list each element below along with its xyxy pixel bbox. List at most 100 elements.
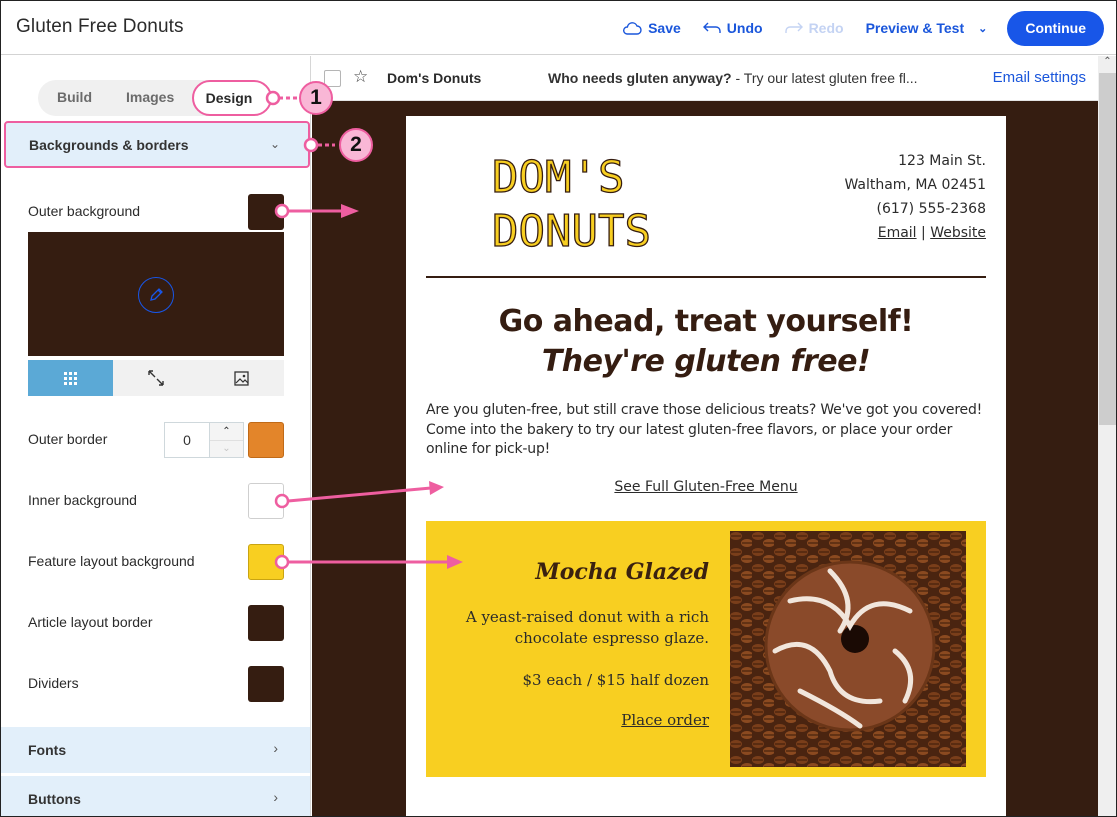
undo-arrow-icon <box>702 22 721 33</box>
top-bar: Gluten Free Donuts Save Undo Redo Previe… <box>1 1 1116 55</box>
vertical-scrollbar[interactable]: ⌃ <box>1098 56 1116 816</box>
image-mode-button[interactable] <box>199 360 284 396</box>
chevron-right-icon: › <box>273 740 278 756</box>
article-layout-border-label: Article layout border <box>28 614 153 630</box>
email-preview-header: ☆ Dom's Donuts Who needs gluten anyway? … <box>312 56 1098 101</box>
inner-background-label: Inner background <box>28 492 137 508</box>
email-settings-link[interactable]: Email settings <box>993 69 1086 86</box>
expand-arrows-icon <box>148 370 164 386</box>
callout-badge-2: 2 <box>339 128 373 162</box>
background-mode-toggle <box>28 360 284 396</box>
headline: Go ahead, treat yourself! They're gluten… <box>406 302 1006 382</box>
feature-price: $3 each / $15 half dozen <box>522 671 709 689</box>
redo-arrow-icon <box>784 22 803 33</box>
email-link[interactable]: Email <box>878 225 917 241</box>
chevron-right-icon: › <box>273 789 278 805</box>
headline-text: Go ahead, treat yourself! <box>498 304 914 339</box>
contact-links: Email | Website <box>844 221 986 245</box>
doms-donuts-logo: DOM'S DONUTS <box>492 151 652 250</box>
section-fonts[interactable]: Fonts › <box>1 727 310 773</box>
outer-border-row: Outer border 0 ⌃ ⌄ <box>28 422 284 458</box>
continue-button[interactable]: Continue <box>1007 10 1104 46</box>
gluten-free-menu-link[interactable]: See Full Gluten-Free Menu <box>406 479 1006 495</box>
save-button[interactable]: Save <box>622 20 681 36</box>
logo-line1: DOM'S <box>492 152 624 203</box>
email-canvas: DOM'S DONUTS 123 Main St. Waltham, MA 02… <box>312 101 1098 816</box>
outer-background-preview <box>28 232 284 356</box>
increment-icon[interactable]: ⌃ <box>210 423 243 441</box>
preview-label: Preview & Test <box>865 20 965 36</box>
article-layout-border-row: Article layout border <box>28 605 284 641</box>
feature-layout-background-label: Feature layout background <box>28 553 195 569</box>
mocha-donut-image <box>730 531 966 767</box>
pencil-icon <box>150 288 163 301</box>
sender-name: Dom's Donuts <box>387 70 482 86</box>
outer-background-row: Outer background <box>28 194 284 230</box>
feature-layout-background-swatch[interactable] <box>248 544 284 580</box>
outer-background-label: Outer background <box>28 203 141 219</box>
cloud-icon <box>623 22 642 35</box>
body-paragraph: Are you gluten-free, but still crave tho… <box>426 402 983 457</box>
image-icon <box>234 370 249 386</box>
undo-button[interactable]: Undo <box>702 20 763 36</box>
preview-test-dropdown[interactable]: Preview & Test ⌄ <box>866 20 988 36</box>
section-backgrounds-borders[interactable]: Backgrounds & borders ⌄ <box>4 121 310 168</box>
divider-line <box>426 276 986 278</box>
grid-icon <box>64 371 78 385</box>
phone: (617) 555-2368 <box>876 201 987 217</box>
outer-background-swatch[interactable] <box>248 194 284 230</box>
inner-background-row: Inner background <box>28 483 284 519</box>
logo-line2: DONUTS <box>492 206 651 250</box>
inner-background-swatch[interactable] <box>248 483 284 519</box>
outer-border-stepper[interactable]: 0 ⌃ ⌄ <box>164 422 244 458</box>
save-label: Save <box>648 20 681 36</box>
edit-background-button[interactable] <box>138 277 174 313</box>
feature-layout-background-row: Feature layout background <box>28 544 284 580</box>
stretch-mode-button[interactable] <box>113 360 198 396</box>
editor-tabs: Build Images Design <box>38 80 272 116</box>
outer-border-swatch[interactable] <box>248 422 284 458</box>
city: Waltham, MA 02451 <box>844 177 986 193</box>
contact-block: 123 Main St. Waltham, MA 02451 (617) 555… <box>844 149 986 245</box>
link-separator: | <box>916 225 931 241</box>
decrement-icon[interactable]: ⌄ <box>210 441 243 458</box>
redo-button[interactable]: Redo <box>784 20 844 36</box>
feature-description: A yeast-raised donut with a rich chocola… <box>465 608 709 647</box>
feature-text: Mocha Glazed A yeast-raised donut with a… <box>439 559 709 729</box>
top-actions: Save Undo Redo Preview & Test ⌄ Continue <box>622 10 1104 46</box>
scroll-up-icon[interactable]: ⌃ <box>1098 56 1116 73</box>
place-order-link[interactable]: Place order <box>439 711 709 729</box>
website-link[interactable]: Website <box>930 225 986 241</box>
tab-build[interactable]: Build <box>57 89 92 105</box>
section-fonts-label: Fonts <box>28 742 67 758</box>
section-buttons-label: Buttons <box>28 791 81 807</box>
stepper-arrows: ⌃ ⌄ <box>209 423 243 457</box>
email-body: DOM'S DONUTS 123 Main St. Waltham, MA 02… <box>406 116 1006 816</box>
subheadline-text: They're gluten free! <box>541 344 871 379</box>
tile-mode-button[interactable] <box>28 360 114 396</box>
feature-title: Mocha Glazed <box>535 559 709 585</box>
app-window: Gluten Free Donuts Save Undo Redo Previe… <box>0 0 1117 817</box>
redo-label: Redo <box>808 20 844 36</box>
tab-design-label: Design <box>205 90 253 106</box>
street: 123 Main St. <box>898 153 986 169</box>
outer-border-label: Outer border <box>28 431 108 447</box>
design-sidebar: Build Images Design Backgrounds & border… <box>1 56 311 816</box>
article-layout-border-swatch[interactable] <box>248 605 284 641</box>
outer-border-value[interactable]: 0 <box>165 423 209 457</box>
chevron-down-icon: ⌄ <box>978 22 988 35</box>
campaign-title: Gluten Free Donuts <box>16 16 184 37</box>
subject-text: Who needs gluten anyway? <box>548 70 732 86</box>
dividers-label: Dividers <box>28 675 79 691</box>
chevron-down-icon: ⌄ <box>269 137 280 151</box>
scroll-thumb[interactable] <box>1099 73 1116 425</box>
section-label: Backgrounds & borders <box>29 137 189 153</box>
dividers-swatch[interactable] <box>248 666 284 702</box>
tab-design[interactable]: Design <box>192 80 272 116</box>
tab-images[interactable]: Images <box>126 89 174 105</box>
dividers-row: Dividers <box>28 666 284 702</box>
preheader-text: - Try our latest gluten free fl... <box>731 70 918 86</box>
section-buttons[interactable]: Buttons › <box>1 776 310 816</box>
star-icon[interactable]: ☆ <box>353 67 368 87</box>
undo-label: Undo <box>726 20 763 36</box>
